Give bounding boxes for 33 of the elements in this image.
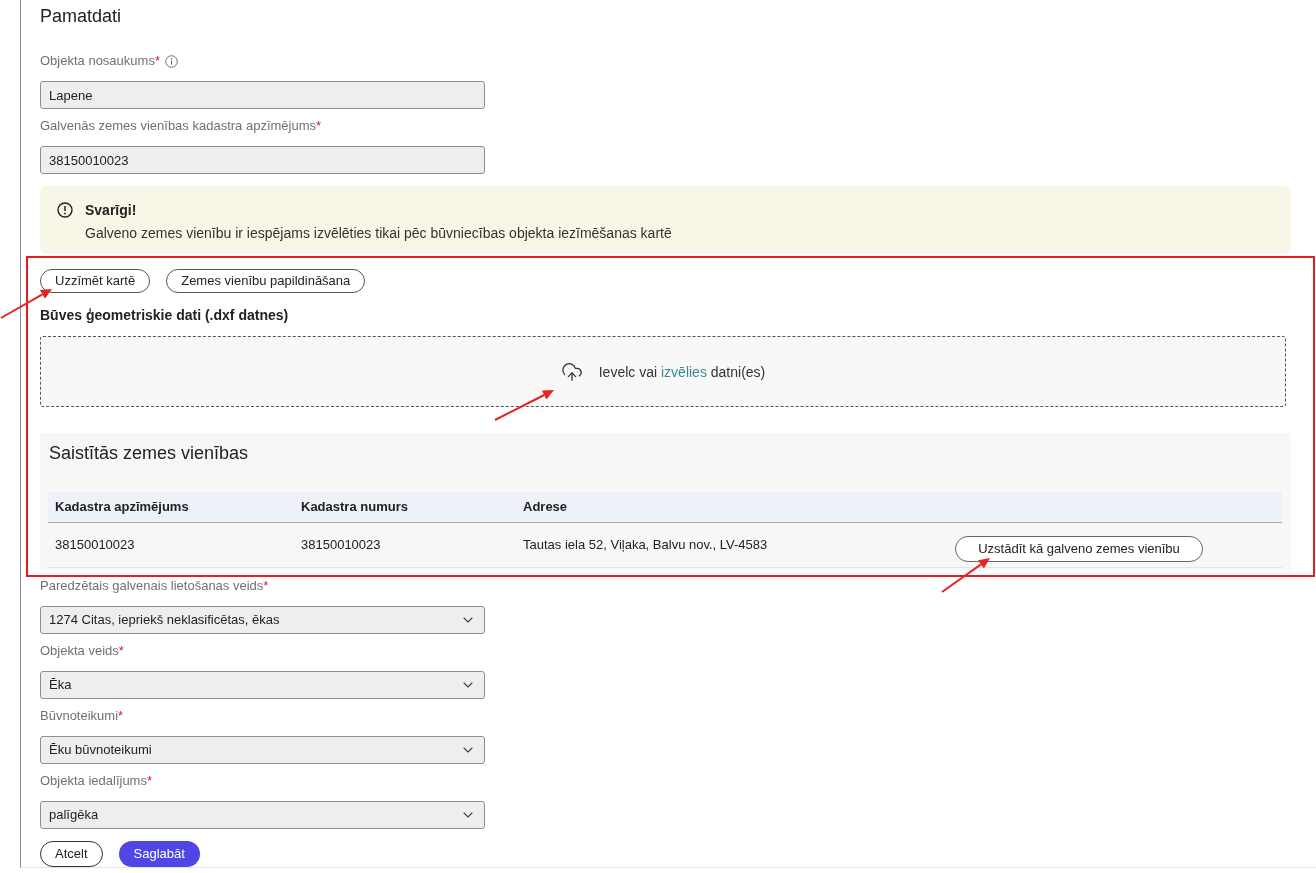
column-header: Adrese — [516, 492, 936, 522]
file-dropzone[interactable]: Ievelc vai izvēlies datni(es) — [40, 336, 1286, 407]
cancel-button[interactable]: Atcelt — [40, 841, 103, 867]
notice-title: Svarīgi! — [85, 201, 138, 220]
outline-button[interactable]: Zemes vienību papildināšana — [166, 269, 366, 293]
select-field[interactable]: Ēka — [40, 671, 485, 699]
table-cell: 38150010023 — [48, 522, 294, 567]
field-label: Paredzētais galvenais lietošanas veids* — [40, 578, 269, 594]
table-cell: 38150010023 — [294, 522, 516, 567]
alert-icon — [57, 202, 73, 218]
input-field[interactable]: 38150010023 — [40, 146, 485, 174]
field-label: Objekta veids* — [40, 643, 124, 659]
select-field[interactable]: 1274 Citas, iepriekš neklasificētas, ēkas — [40, 606, 485, 634]
select-field[interactable]: palīgēka — [40, 801, 485, 829]
dropzone-text: Ievelc vai izvēlies datni(es) — [598, 362, 766, 381]
field-label: Būvnoteikumi* — [40, 708, 124, 724]
choose-file-link[interactable]: izvēlies — [661, 363, 707, 380]
linked-units-title: Saistītās zemes vienības — [48, 442, 250, 464]
save-button[interactable]: Saglabāt — [118, 841, 200, 867]
column-header: Kadastra apzīmējums — [48, 492, 294, 522]
section-title: Pamatdati — [40, 5, 123, 27]
field-label: Galvenās zemes vienības kadastra apzīmējums* — [40, 118, 322, 134]
input-field[interactable]: Lapene — [40, 81, 485, 109]
set-main-unit-button[interactable]: Uzstādīt kā galveno zemes vienību — [955, 536, 1203, 562]
field-label: Objekta iedalījums* — [40, 773, 152, 789]
table-cell: Tautas iela 52, Viļaka, Balvu nov., LV-4583 — [516, 522, 936, 567]
geometry-title: Būves ģeometriskie dati (.dxf datnes) — [40, 307, 290, 323]
select-field[interactable]: Ēku būvnoteikumi — [40, 736, 485, 764]
column-header: Kadastra numurs — [294, 492, 516, 522]
cloud-upload-icon — [560, 360, 583, 383]
field-label: Objekta nosaukums* — [40, 53, 160, 69]
notice-text: Galveno zemes vienību ir iespējams izvēlēties tikai pēc būvniecības objekta iezīmēšanas kartē — [85, 224, 672, 243]
outline-button[interactable]: Uzzīmēt kartē — [40, 269, 151, 293]
